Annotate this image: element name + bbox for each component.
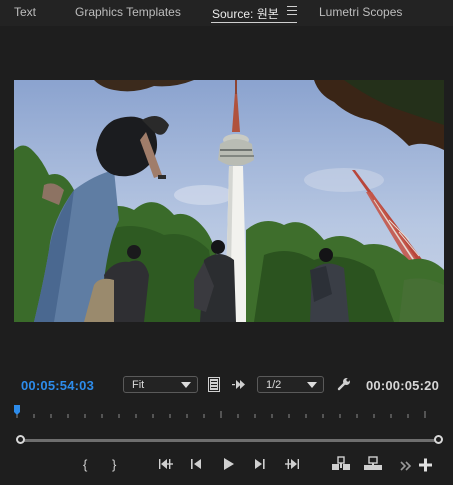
mark-out-icon[interactable]: } — [112, 456, 120, 472]
tab-graphics-templates[interactable]: Graphics Templates — [75, 5, 181, 19]
tab-text[interactable]: Text — [14, 5, 36, 19]
export-frame-icon[interactable] — [208, 377, 220, 392]
active-tab-underline — [211, 22, 297, 23]
overwrite-icon[interactable] — [363, 456, 383, 472]
svg-text:}: } — [112, 457, 117, 472]
zoom-scrollbar-end-handle[interactable] — [434, 435, 443, 444]
zoom-scrollbar[interactable] — [20, 439, 438, 442]
go-to-in-icon[interactable] — [158, 456, 174, 472]
source-video-frame[interactable] — [14, 80, 444, 322]
playhead-marker[interactable] — [14, 405, 20, 415]
step-forward-icon[interactable] — [253, 456, 267, 472]
zoom-level-dropdown[interactable]: Fit — [123, 376, 198, 393]
panel-menu-icon[interactable] — [287, 6, 297, 15]
chevron-down-icon — [307, 382, 317, 388]
insert-icon[interactable] — [331, 456, 351, 472]
fast-forward-icon[interactable] — [232, 379, 246, 390]
svg-text:{: { — [83, 457, 88, 472]
playback-resolution-value: 1/2 — [266, 379, 282, 391]
time-ruler[interactable] — [14, 404, 439, 422]
source-duration: 00:00:05:20 — [365, 378, 439, 393]
playback-resolution-dropdown[interactable]: 1/2 — [257, 376, 324, 393]
mark-in-icon[interactable]: { — [83, 456, 91, 472]
tab-lumetri-scopes[interactable]: Lumetri Scopes — [319, 5, 402, 19]
tab-source[interactable]: Source: 원본 — [212, 5, 279, 22]
step-back-icon[interactable] — [190, 456, 204, 472]
current-timecode[interactable]: 00:05:54:03 — [21, 378, 94, 393]
zoom-scrollbar-start-handle[interactable] — [16, 435, 25, 444]
video-frame-image — [14, 80, 444, 322]
panel-tab-bar: Text Graphics Templates Source: 원본 Lumet… — [0, 0, 453, 26]
zoom-level-value: Fit — [132, 379, 145, 391]
chevron-down-icon — [181, 382, 191, 388]
play-icon[interactable] — [222, 456, 236, 472]
add-button-icon[interactable] — [419, 457, 432, 473]
go-to-out-icon[interactable] — [284, 456, 300, 472]
settings-icon[interactable] — [337, 377, 351, 391]
more-icon[interactable] — [400, 458, 412, 474]
